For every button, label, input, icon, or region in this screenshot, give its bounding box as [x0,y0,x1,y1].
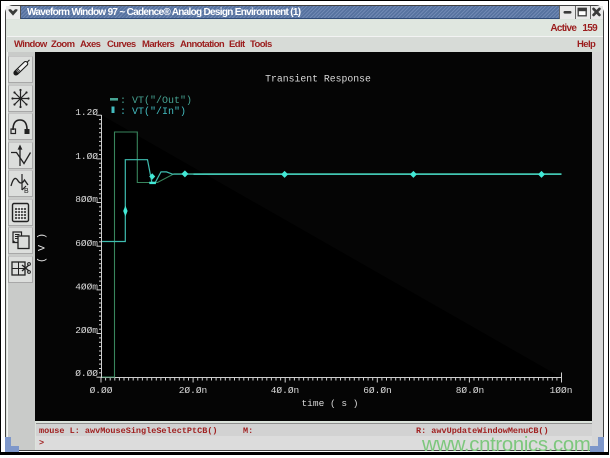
svg-text:6Ø.Øn: 6Ø.Øn [363,385,392,396]
svg-text:8ØØm: 8ØØm [75,194,98,205]
svg-text:( V ): ( V ) [37,233,49,263]
svg-text:1ØØn: 1ØØn [550,385,573,396]
svg-text:Ø.ØØ: Ø.ØØ [90,385,113,396]
svg-text:B: B [24,188,29,195]
svg-text:1.2Ø: 1.2Ø [75,107,98,118]
svg-text:2Ø.Øn: 2Ø.Øn [179,385,208,396]
svg-text:2ØØm: 2ØØm [75,325,98,336]
svg-text:8Ø.Øn: 8Ø.Øn [456,385,485,396]
svg-text:1.ØØ: 1.ØØ [75,151,98,162]
svg-text:time ( s ): time ( s ) [301,398,358,409]
svg-text:: VT("/In"): : VT("/In") [120,106,186,118]
svg-text:4Ø.Øn: 4Ø.Øn [271,385,300,396]
svg-text:Ø.ØØ: Ø.ØØ [75,368,98,379]
svg-text:Transient Response: Transient Response [265,74,371,85]
svg-text:4ØØm: 4ØØm [75,282,98,293]
svg-text:6ØØm: 6ØØm [75,238,98,249]
svg-text:: VT("/Out"): : VT("/Out") [120,95,192,107]
